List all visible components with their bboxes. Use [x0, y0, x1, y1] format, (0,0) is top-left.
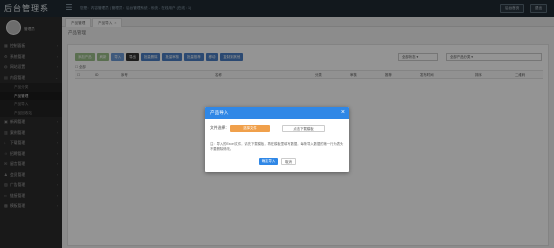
confirm-import-button[interactable]: 确定导入 — [259, 158, 278, 165]
dialog-header: 产品导入 × — [205, 107, 349, 119]
cancel-button[interactable]: 取消 — [281, 158, 296, 165]
close-icon[interactable]: × — [341, 107, 345, 119]
dialog-title: 产品导入 — [210, 110, 229, 115]
import-dialog: 产品导入 × 文件选择： 选择文件 点击下载模板 注：导入的Excel文件，请先… — [205, 107, 349, 172]
file-label: 文件选择： — [210, 126, 229, 130]
choose-file-button[interactable]: 选择文件 — [230, 125, 270, 132]
import-note: 注：导入的Excel文件，请先下载模板，再在模板里填写数据，每条导入数据的第一行… — [210, 142, 344, 151]
download-template-button[interactable]: 点击下载模板 — [282, 125, 325, 132]
